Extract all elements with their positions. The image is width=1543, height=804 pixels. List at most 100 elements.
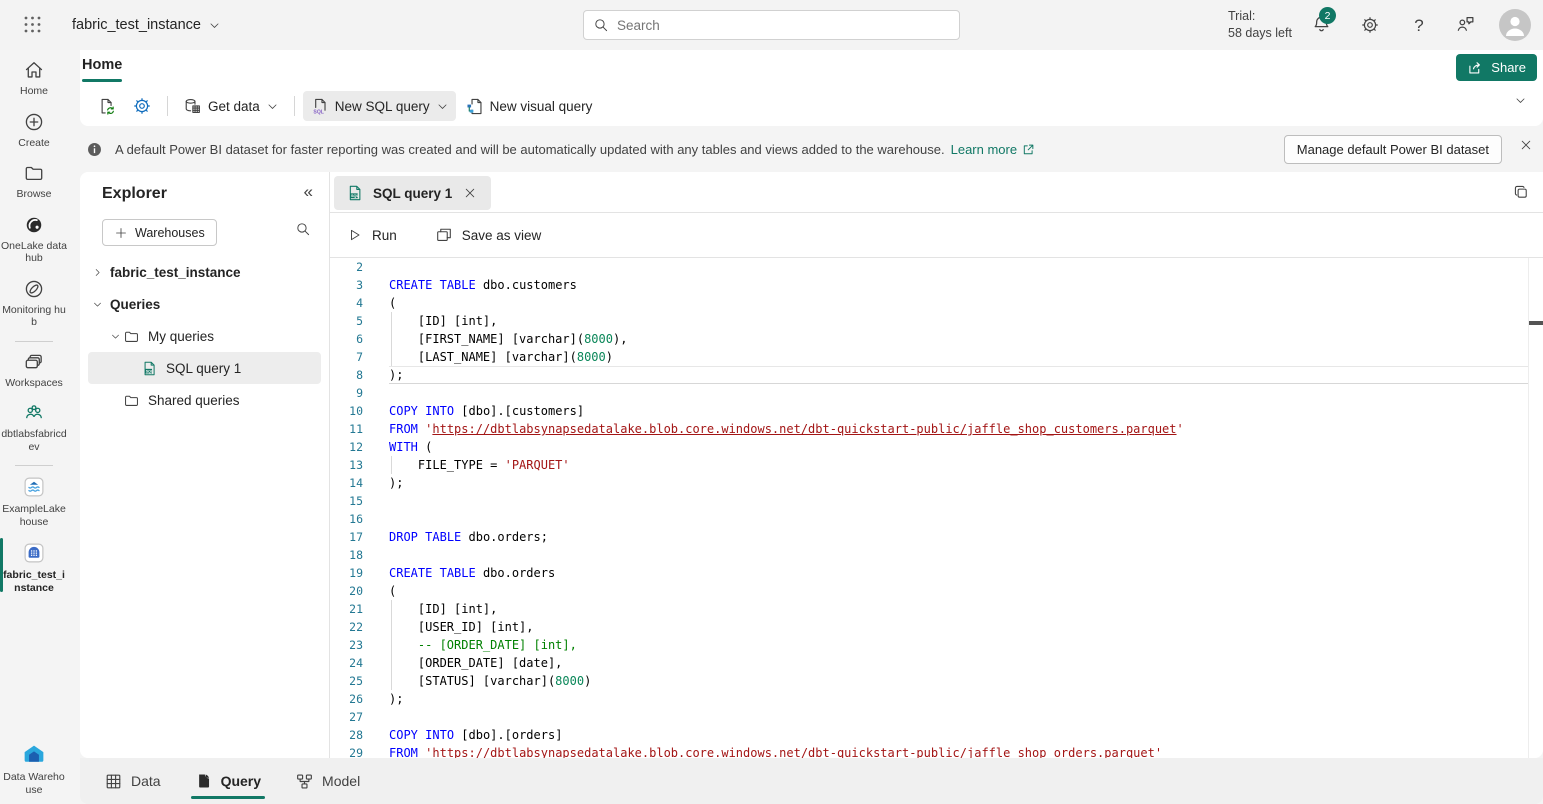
chevron-down-small-icon[interactable]: [92, 299, 103, 310]
line-number: 16: [330, 510, 363, 528]
code-line-18: 18: [330, 546, 1543, 564]
rail-item-examplelakehouse[interactable]: ExampleLakehouse: [0, 466, 68, 532]
banner-message: A default Power BI dataset for faster re…: [115, 142, 945, 157]
app-launcher-icon[interactable]: [20, 13, 46, 39]
monitoring-icon: [23, 278, 45, 300]
code-editor[interactable]: 23CREATE TABLE dbo.customers4(5 [ID] [in…: [330, 258, 1543, 758]
tree-item-shared-queries[interactable]: Shared queries: [88, 384, 321, 416]
rail-item-onelake-data-hub[interactable]: OneLake data hub: [0, 205, 68, 269]
workspace-switcher[interactable]: fabric_test_instance: [72, 0, 221, 50]
view-tab-model[interactable]: Model: [291, 758, 364, 804]
new-sql-query-button[interactable]: SQL New SQL query: [303, 91, 456, 121]
run-button[interactable]: Run: [347, 227, 397, 243]
gear-blue-icon: [132, 96, 152, 116]
feedback-button[interactable]: [1452, 13, 1478, 39]
rail-item-data-warehouse[interactable]: Data Warehouse: [0, 732, 68, 800]
toolbar-collapse-chevron[interactable]: [1514, 94, 1527, 110]
tree-item-label: fabric_test_instance: [110, 265, 241, 280]
left-navigation-rail: Home Create Browse OneLake data hub Monitori…: [0, 50, 68, 804]
line-number: 11: [330, 420, 363, 438]
settings-button[interactable]: [1357, 13, 1383, 39]
tree-item-queries[interactable]: Queries: [88, 288, 321, 320]
warehouse-settings-button[interactable]: [125, 91, 159, 121]
line-number: 9: [330, 384, 363, 402]
plus-icon: [114, 226, 128, 240]
new-visual-query-button[interactable]: New visual query: [458, 91, 600, 121]
rail-item-dbtlabsfabricdev[interactable]: dbtlabsfabricdev: [0, 393, 68, 457]
chevron-down-icon: [266, 100, 279, 113]
line-number: 14: [330, 474, 363, 492]
chevron-down-small-icon[interactable]: [110, 331, 121, 342]
rail-item-home[interactable]: Home: [0, 50, 68, 102]
banner-close-icon[interactable]: [1519, 138, 1533, 155]
tree-item-sql-query-1[interactable]: SQLSQL query 1: [88, 352, 321, 384]
rail-item-browse[interactable]: Browse: [0, 153, 68, 205]
view-tab-query[interactable]: Query: [191, 758, 265, 804]
refresh-button[interactable]: [90, 91, 123, 121]
share-button[interactable]: Share: [1456, 54, 1537, 81]
tab-sql-query-1[interactable]: SQL SQL query 1: [334, 176, 491, 210]
code-line-17: 17DROP TABLE dbo.orders;: [330, 528, 1543, 546]
collapse-panel-icon[interactable]: «: [304, 182, 313, 202]
indent-guide: [391, 600, 392, 618]
add-warehouses-button[interactable]: Warehouses: [102, 219, 217, 246]
share-icon: [1467, 59, 1484, 76]
code-line-21: 21 [ID] [int],: [330, 600, 1543, 618]
global-search[interactable]: [583, 10, 960, 40]
onelake-icon: [23, 214, 45, 236]
line-number: 24: [330, 654, 363, 672]
explorer-panel: Explorer « Warehouses fabric_test_instan…: [80, 172, 330, 758]
sql-doc-purple-icon: SQL: [310, 97, 329, 116]
toolbar: Get data SQL New SQL query New visual qu…: [90, 89, 599, 123]
code-line-22: 22 [USER_ID] [int],: [330, 618, 1543, 636]
copy-icon: [1512, 183, 1530, 201]
chevron-right-small-icon[interactable]: [92, 267, 103, 278]
search-input[interactable]: [617, 18, 950, 33]
code-line-8: 8);: [330, 366, 1543, 384]
rail-item-workspaces[interactable]: Workspaces: [0, 342, 68, 394]
query-editor: SQL SQL query 1 Run Save as view: [330, 172, 1543, 758]
explorer-search-icon[interactable]: [295, 221, 311, 240]
manage-dataset-button[interactable]: Manage default Power BI dataset: [1284, 135, 1502, 164]
svg-text:SQL: SQL: [145, 369, 153, 373]
avatar[interactable]: [1499, 9, 1531, 41]
rail-item-label: OneLake data hub: [1, 240, 67, 265]
rail-item-label: Create: [18, 137, 50, 150]
code-line-2: 2: [330, 258, 1543, 276]
search-icon: [593, 17, 609, 33]
rail-item-fabric-test-instance[interactable]: fabric_test_instance: [0, 532, 68, 598]
explorer-title: Explorer: [102, 185, 167, 203]
code-line-5: 5 [ID] [int],: [330, 312, 1543, 330]
learn-more-link[interactable]: Learn more: [951, 142, 1017, 157]
rail-item-monitoring-hub[interactable]: Monitoring hub: [0, 269, 68, 333]
copy-icon[interactable]: [1512, 183, 1530, 204]
get-data-icon: [183, 97, 202, 116]
tab-home[interactable]: Home: [82, 57, 136, 73]
help-button[interactable]: ?: [1406, 13, 1432, 39]
rail-item-label: dbtlabsfabricdev: [1, 428, 67, 453]
line-number: 25: [330, 672, 363, 690]
view-tab-data[interactable]: Data: [100, 758, 165, 804]
code-line-27: 27: [330, 708, 1543, 726]
save-as-view-button[interactable]: Save as view: [435, 226, 542, 244]
line-number: 17: [330, 528, 363, 546]
code-line-26: 26);: [330, 690, 1543, 708]
indent-guide: [391, 654, 392, 672]
code-line-4: 4(: [330, 294, 1543, 312]
chevron-down-icon: [436, 100, 449, 113]
ribbon: Home Share Get data SQL New SQL query Ne…: [80, 50, 1543, 126]
view-tab-label: Model: [322, 773, 360, 789]
get-data-button[interactable]: Get data: [176, 91, 286, 121]
rail-item-create[interactable]: Create: [0, 102, 68, 154]
code-line-20: 20(: [330, 582, 1543, 600]
external-link-icon: [1021, 142, 1036, 157]
line-number: 21: [330, 600, 363, 618]
home-icon: [23, 59, 45, 81]
tree-item-fabric-test-instance[interactable]: fabric_test_instance: [88, 256, 321, 288]
toolbar-divider: [167, 96, 168, 116]
tree-item-my-queries[interactable]: My queries: [88, 320, 321, 352]
refresh-doc-icon: [97, 97, 116, 116]
code-line-9: 9: [330, 384, 1543, 402]
tab-close-icon[interactable]: [461, 184, 479, 202]
folder-icon: [123, 392, 140, 409]
